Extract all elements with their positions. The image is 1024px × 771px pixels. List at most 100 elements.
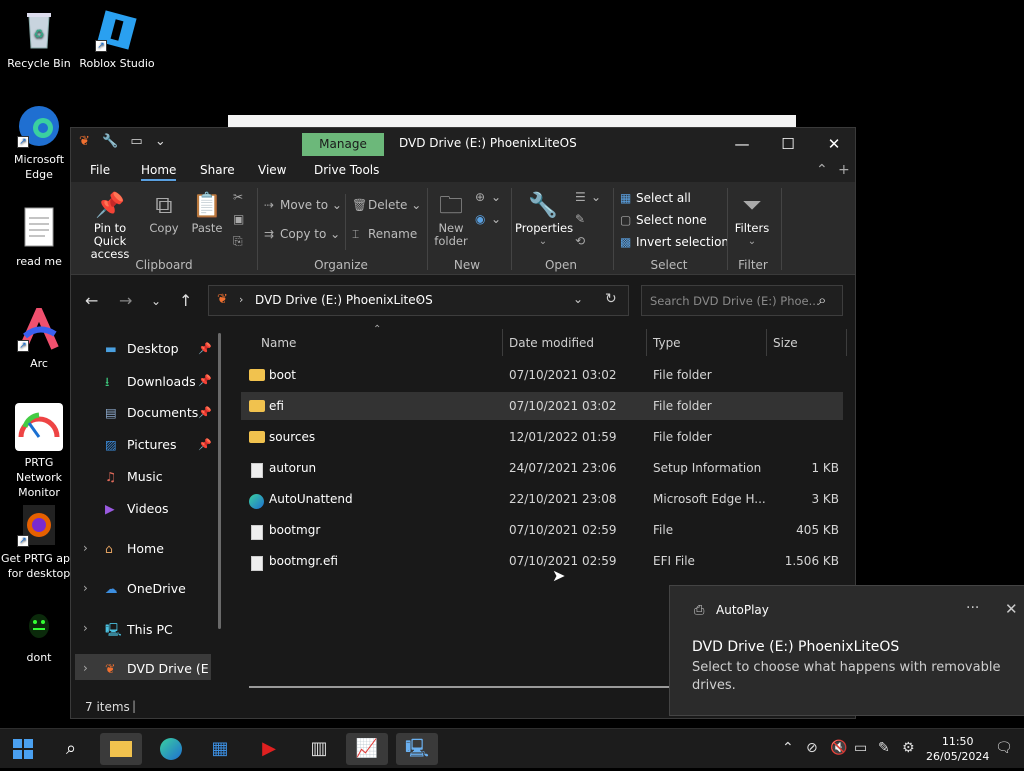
expand-chevron-icon[interactable]: › (83, 541, 88, 555)
expand-chevron-icon[interactable]: › (83, 581, 88, 595)
title-bar[interactable]: ❦ 🔧 ▭ ⌄ Manage DVD Drive (E:) PhoenixLit… (71, 128, 855, 160)
column-separator[interactable] (846, 329, 847, 356)
settings-slider-icon[interactable]: ⚙ (902, 740, 915, 756)
column-header-date[interactable]: Date modified (509, 336, 594, 350)
invert-selection-button[interactable]: ▩ Invert selection (620, 235, 729, 249)
nav-item-desktop[interactable]: ▬ Desktop (105, 341, 179, 356)
column-header-name[interactable]: Name (261, 336, 296, 350)
desktop-icon-microsoft-edge[interactable]: ↗ Microsoft Edge (0, 104, 78, 182)
tray-overflow-chevron-icon[interactable]: ⌃ (782, 740, 794, 756)
search-icon[interactable]: ⌕ (50, 733, 92, 765)
properties-qat-icon[interactable]: 🔧 (102, 134, 122, 149)
table-row[interactable]: efi 07/10/2021 03:02 File folder (241, 392, 843, 420)
desktop-icon-arc[interactable]: ↗ Arc (0, 302, 78, 371)
volume-muted-icon[interactable]: 🔇 (830, 740, 847, 756)
expand-chevron-icon[interactable]: › (83, 661, 88, 675)
nav-item-dvd-drive[interactable]: ❦DVD Drive (E:) Ph (105, 661, 209, 676)
maximize-button[interactable]: ☐ (765, 128, 811, 160)
nav-item-music[interactable]: ♫ Music (105, 469, 163, 484)
select-all-button[interactable]: ▦ Select all (620, 191, 691, 205)
cut-button[interactable]: ✂ (233, 190, 249, 204)
properties-button[interactable]: 🔧 Properties ⌄ (515, 190, 573, 248)
close-button[interactable]: ✕ (811, 128, 857, 160)
tab-view[interactable]: View (258, 163, 286, 177)
filters-button[interactable]: ⏷ Filters ⌄ (731, 190, 773, 248)
help-plus-icon[interactable]: + (838, 162, 850, 178)
table-row[interactable]: boot 07/10/2021 03:02 File folder (241, 361, 843, 389)
address-history-chevron-icon[interactable]: ⌄ (573, 292, 583, 306)
history-button[interactable]: ⟲ (575, 234, 591, 248)
tab-file[interactable]: File (90, 163, 110, 177)
column-separator[interactable] (646, 329, 647, 356)
open-button[interactable]: ☰ ⌄ (575, 190, 601, 204)
display-icon[interactable]: ▭ (854, 740, 867, 756)
file-explorer-taskbar-icon[interactable] (100, 733, 142, 765)
more-options-icon[interactable]: ··· (966, 600, 979, 616)
edit-button[interactable]: ✎ (575, 212, 591, 226)
table-row[interactable]: autorun 24/07/2021 23:06 Setup Informati… (241, 454, 843, 482)
edge-taskbar-icon[interactable] (150, 733, 192, 765)
customize-qat-chevron-icon[interactable]: ⌄ (155, 134, 170, 149)
copy-path-button[interactable]: ▣ (233, 212, 249, 226)
column-header-size[interactable]: Size (773, 336, 798, 350)
recent-locations-chevron-icon[interactable]: ⌄ (151, 294, 161, 308)
manage-context-tab[interactable]: Manage (302, 133, 384, 156)
tab-home[interactable]: Home (141, 163, 177, 181)
search-input[interactable]: Search DVD Drive (E:) Phoe... ⌕ (641, 285, 843, 316)
desktop-icon-dont[interactable]: dont (0, 606, 78, 665)
desktop-icon-read-me[interactable]: read me (0, 206, 78, 269)
nav-item-documents[interactable]: ▤ Documents (105, 405, 198, 420)
tab-share[interactable]: Share (200, 163, 235, 177)
table-row[interactable]: bootmgr 07/10/2021 02:59 File 405 KB (241, 516, 843, 544)
new-folder-button[interactable]: 🗀 New folder (431, 190, 471, 248)
desktop-icon-prtg[interactable]: PRTG Network Monitor (0, 403, 78, 500)
nav-item-downloads[interactable]: ⭳ Downloads (105, 373, 196, 394)
table-row[interactable]: AutoUnattend 22/10/2021 23:08 Microsoft … (241, 485, 843, 513)
column-separator[interactable] (766, 329, 767, 356)
nav-item-this-pc[interactable]: 🖳 This PC (105, 621, 173, 642)
nav-item-videos[interactable]: ▶ Videos (105, 501, 169, 516)
rename-button[interactable]: ⌶ Rename (352, 227, 417, 242)
desktop-icon-recycle-bin[interactable]: ♻ Recycle Bin (0, 8, 78, 71)
monitor-app-icon[interactable]: 📈 (346, 733, 388, 765)
minimize-button[interactable]: — (719, 128, 765, 160)
minimize-ribbon-icon[interactable]: ⌃ (816, 162, 828, 178)
column-header-type[interactable]: Type (653, 336, 681, 350)
network-off-icon[interactable]: ⊘ (806, 740, 818, 756)
copy-to-button[interactable]: ⇉ Copy to ⌄ (264, 227, 340, 241)
move-to-button[interactable]: ⇢ Move to ⌄ (264, 198, 342, 212)
up-arrow-icon[interactable]: ↑ (179, 291, 192, 310)
expand-chevron-icon[interactable]: › (83, 621, 88, 635)
pen-icon[interactable]: ✎ (878, 740, 890, 756)
select-none-button[interactable]: ▢ Select none (620, 213, 707, 227)
search-icon[interactable]: ⌕ (818, 291, 826, 309)
close-icon[interactable]: ✕ (1005, 600, 1018, 618)
start-icon[interactable] (2, 733, 44, 765)
remote-desktop-icon[interactable]: 🖳 (396, 733, 438, 765)
new-item-button[interactable]: ⊕ ⌄ (475, 190, 501, 204)
pin-to-quick-access-button[interactable]: 📌 Pin to Quick access (77, 190, 143, 261)
store-icon[interactable]: ▦ (199, 733, 241, 765)
navpane-scrollbar[interactable] (218, 333, 221, 629)
easy-access-button[interactable]: ◉ ⌄ (475, 212, 501, 226)
back-arrow-icon[interactable]: ← (85, 291, 98, 310)
tab-drive-tools[interactable]: Drive Tools (314, 163, 379, 177)
paste-button[interactable]: 📋 Paste (189, 190, 225, 235)
refresh-icon[interactable]: ↻ (605, 291, 617, 307)
nav-item-pictures[interactable]: ▨ Pictures (105, 437, 177, 452)
delete-button[interactable]: 🗑Delete ⌄ (352, 198, 421, 212)
notepad-icon[interactable]: ▥ (298, 733, 340, 765)
breadcrumb-chevron-icon[interactable]: › (417, 293, 421, 306)
forward-arrow-icon[interactable]: → (119, 291, 132, 310)
table-row[interactable]: bootmgr.efi 07/10/2021 02:59 EFI File 1.… (241, 547, 843, 575)
column-separator[interactable] (502, 329, 503, 356)
copy-button[interactable]: ⧉ Copy (147, 190, 181, 235)
table-row[interactable]: sources 12/01/2022 01:59 File folder (241, 423, 843, 451)
desktop-icon-roblox-studio[interactable]: ↗ Roblox Studio (78, 8, 156, 71)
nav-item-onedrive[interactable]: ☁ OneDrive (105, 581, 186, 596)
notification-center-icon[interactable]: 🗨 (995, 740, 1013, 756)
desktop-icon-get-prtg[interactable]: ↗ Get PRTG app for desktop (0, 503, 78, 581)
autoplay-notification[interactable]: ⎙ AutoPlay ··· ✕ DVD Drive (E:) PhoenixL… (669, 585, 1024, 716)
youtube-icon[interactable]: ▶ (248, 733, 290, 765)
horizontal-scrollbar[interactable] (249, 686, 679, 688)
